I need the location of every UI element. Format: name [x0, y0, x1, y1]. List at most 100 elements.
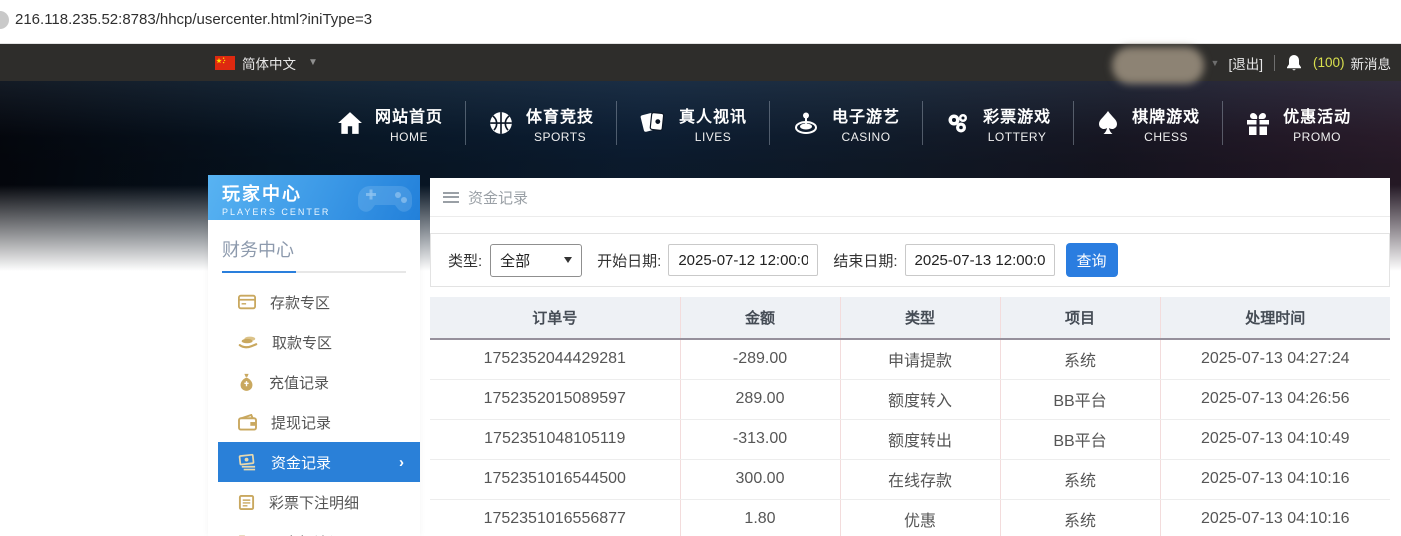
nav-item-lives[interactable]: 真人视讯 LIVES	[624, 103, 762, 144]
wallet-icon	[238, 413, 257, 431]
col-type: 类型	[839, 297, 1000, 340]
language-selector[interactable]: 简体中文 ▼	[215, 53, 318, 73]
sidebar-item-label: 取款专区	[272, 334, 333, 352]
sidebar-item-withdrawal-records[interactable]: 提现记录	[208, 402, 420, 442]
table-row: 1752352015089597 289.00 额度转入 BB平台 2025-0…	[430, 379, 1390, 420]
cell-type: 优惠	[839, 499, 1000, 536]
hand-money-icon	[238, 336, 258, 349]
nav-sublabel: HOME	[390, 129, 428, 144]
sidebar-item-recharge-records[interactable]: 充值记录	[208, 362, 420, 402]
end-date-input[interactable]	[904, 244, 1055, 276]
nav-item-sports[interactable]: 体育竞技 SPORTS	[473, 103, 609, 144]
account-topbar: 简体中文 ▼ ▼ [退出] (100) 新消息	[0, 44, 1401, 84]
cell-process-time: 2025-07-13 04:26:56	[1159, 379, 1390, 420]
search-button[interactable]: 查询	[1065, 243, 1118, 277]
cell-order-no: 1752351048105119	[430, 419, 680, 460]
chevron-down-icon: ▼	[308, 57, 318, 68]
url-text[interactable]: 216.118.235.52:8783/hhcp/usercenter.html…	[15, 11, 372, 28]
player-center-sidebar: 玩家中心 PLAYERS CENTER 财务中心 存款专区 取款专区 充值记录 …	[208, 175, 420, 536]
sidebar-item-fund-records[interactable]: 资金记录 ›	[218, 442, 420, 482]
nav-sublabel: CHESS	[1144, 129, 1188, 144]
sidebar-section-underline	[222, 271, 406, 273]
sidebar-item-label: 提现记录	[271, 414, 332, 432]
main-nav: 网站首页 HOME 体育竞技 SPORTS 真人视讯 LIVES 电子游艺 CA…	[322, 81, 1366, 165]
type-select[interactable]: 全部	[490, 243, 583, 277]
sidebar-section-title: 财务中心	[222, 240, 294, 260]
nav-item-promo[interactable]: 优惠活动 PROMO	[1230, 103, 1366, 144]
cell-process-time: 2025-07-13 04:10:16	[1159, 459, 1390, 500]
sidebar-menu: 存款专区 取款专区 充值记录 提现记录 资金记录 › 彩票下注明细	[208, 282, 420, 536]
chevron-down-icon: ▼	[1210, 57, 1220, 68]
sidebar-item-lottery-bet-details[interactable]: 彩票下注明细	[208, 482, 420, 522]
sidebar-item-label: 充值记录	[269, 374, 330, 392]
cell-process-time: 2025-07-13 04:10:49	[1159, 419, 1390, 460]
chevron-right-icon: ›	[399, 453, 404, 471]
message-label[interactable]: 新消息	[1351, 53, 1392, 73]
cell-amount: -289.00	[679, 339, 840, 380]
start-date-input[interactable]	[668, 244, 819, 276]
sidebar-item-hall-bet-records[interactable]: 厅室投注记录	[208, 522, 420, 536]
nav-sublabel: LOTTERY	[987, 129, 1047, 144]
cell-order-no: 1752351016544500	[430, 459, 680, 500]
document-icon	[238, 494, 255, 510]
sidebar-body: 财务中心 存款专区 取款专区 充值记录 提现记录 资金记录 › 彩票下注明细	[208, 220, 420, 536]
cell-process-time: 2025-07-13 04:27:24	[1159, 339, 1390, 380]
message-count[interactable]: (100)	[1313, 55, 1345, 70]
start-date-label: 开始日期:	[597, 252, 662, 270]
bell-icon[interactable]	[1286, 54, 1302, 72]
sidebar-header: 玩家中心 PLAYERS CENTER	[208, 175, 420, 220]
cell-order-no: 1752351016556877	[430, 499, 680, 536]
table-row: 1752351016556877 1.80 优惠 系统 2025-07-13 0…	[430, 499, 1390, 536]
nav-label: 网站首页	[375, 108, 444, 126]
nav-item-casino[interactable]: 电子游艺 CASINO	[777, 103, 915, 144]
nav-sublabel: CASINO	[841, 129, 891, 144]
spade-icon	[1099, 111, 1118, 134]
cell-amount: 300.00	[679, 459, 840, 500]
cell-type: 在线存款	[839, 459, 1000, 500]
lottery-balls-icon	[948, 114, 968, 133]
roulette-icon	[795, 112, 818, 134]
nav-label: 棋牌游戏	[1132, 108, 1201, 126]
type-label: 类型:	[448, 252, 483, 270]
table-header-row: 订单号 金额 类型 项目 处理时间	[430, 297, 1390, 340]
chevron-down-icon	[564, 257, 573, 263]
sidebar-item-withdraw[interactable]: 取款专区	[208, 322, 420, 362]
nav-item-home[interactable]: 网站首页 HOME	[322, 103, 458, 144]
language-label: 简体中文	[242, 56, 296, 72]
sidebar-item-label: 厅室投注记录	[269, 532, 359, 536]
username-blurred[interactable]	[1111, 47, 1204, 84]
nav-sublabel: LIVES	[694, 129, 732, 144]
col-item: 项目	[999, 297, 1160, 340]
cell-item: 系统	[999, 339, 1160, 380]
nav-label: 优惠活动	[1283, 108, 1352, 126]
table-row: 1752351048105119 -313.00 额度转出 BB平台 2025-…	[430, 419, 1390, 460]
nav-divider	[1073, 101, 1075, 145]
cell-order-no: 1752352044429281	[430, 339, 680, 380]
money-bag-icon	[240, 373, 253, 391]
type-select-value: 全部	[500, 252, 531, 270]
cell-item: 系统	[999, 459, 1160, 500]
nav-divider	[769, 101, 771, 145]
nav-divider	[616, 101, 618, 145]
gamepad-icon	[358, 186, 412, 212]
menu-icon[interactable]	[443, 191, 459, 203]
gift-icon	[1247, 113, 1270, 135]
col-amount: 金额	[679, 297, 840, 340]
home-icon	[338, 112, 362, 134]
main-content: 资金记录 类型: 全部 开始日期: 结束日期: 查询 订单号 金额 类型 项目	[430, 178, 1390, 536]
browser-control-nub	[0, 11, 9, 29]
basketball-icon	[490, 112, 512, 134]
col-process-time: 处理时间	[1159, 297, 1390, 340]
cell-item: BB平台	[999, 419, 1160, 460]
sidebar-item-deposit[interactable]: 存款专区	[208, 282, 420, 322]
cell-amount: -313.00	[679, 419, 840, 460]
nav-label: 真人视讯	[679, 108, 748, 126]
nav-item-lottery[interactable]: 彩票游戏 LOTTERY	[930, 103, 1066, 144]
table-row: 1752352044429281 -289.00 申请提款 系统 2025-07…	[430, 339, 1390, 380]
browser-url-bar[interactable]: 216.118.235.52:8783/hhcp/usercenter.html…	[0, 0, 1401, 44]
logout-button[interactable]: [退出]	[1228, 53, 1263, 73]
sidebar-item-label: 存款专区	[270, 294, 331, 312]
page: 216.118.235.52:8783/hhcp/usercenter.html…	[0, 0, 1401, 536]
nav-sublabel: SPORTS	[533, 129, 587, 144]
nav-item-chess[interactable]: 棋牌游戏 CHESS	[1081, 103, 1215, 144]
